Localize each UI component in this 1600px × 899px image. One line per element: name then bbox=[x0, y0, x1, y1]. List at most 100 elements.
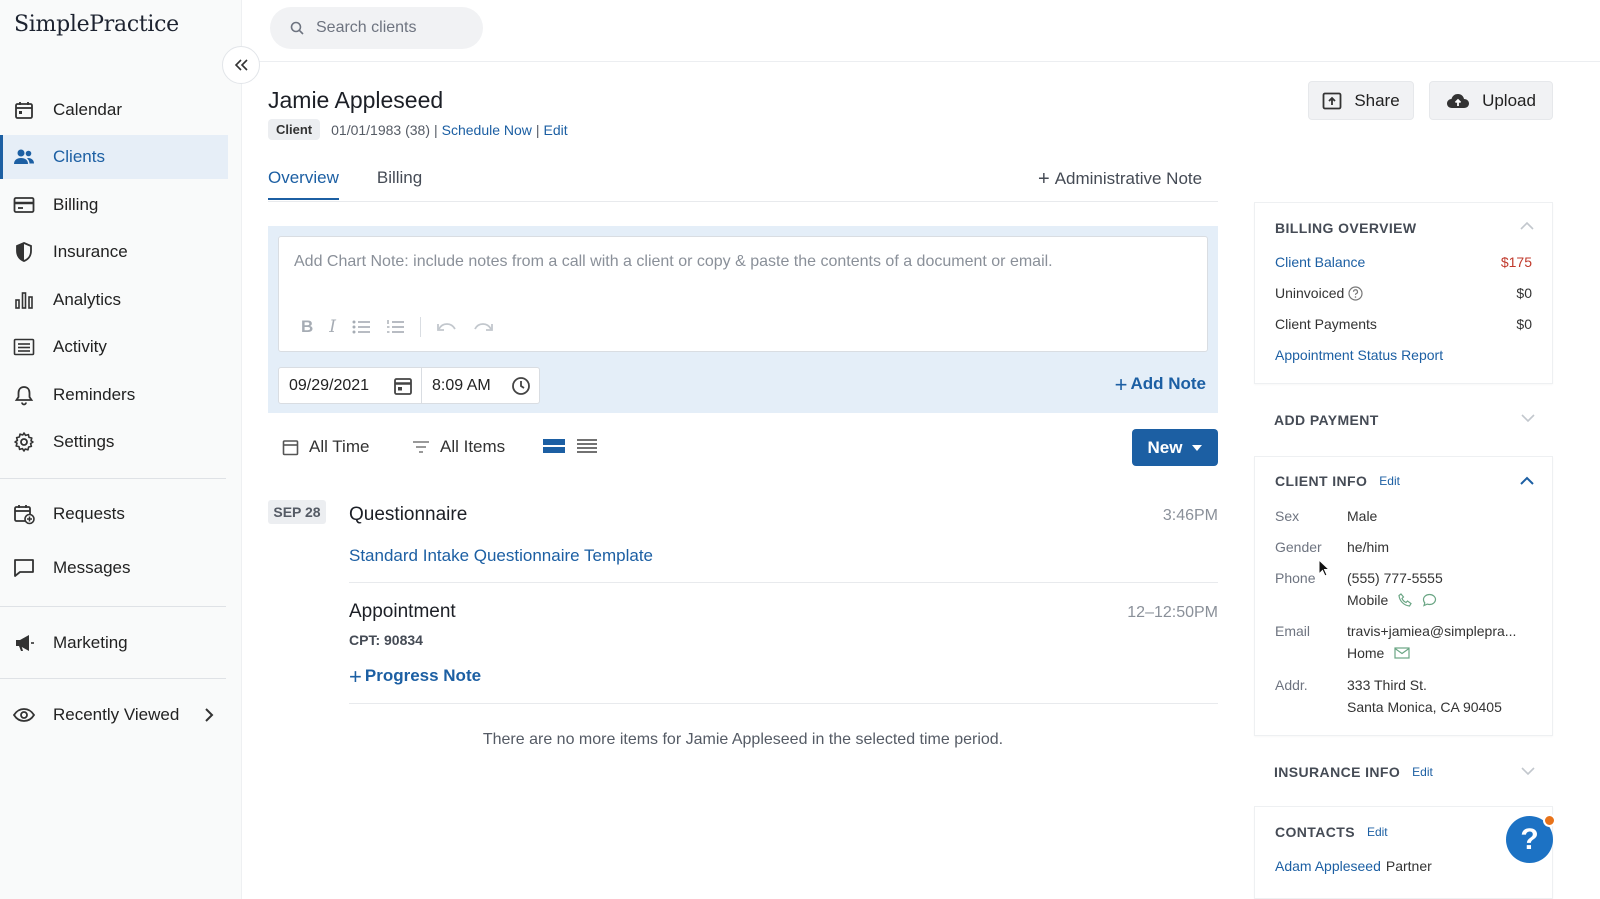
client-payments-value: $0 bbox=[1516, 316, 1532, 332]
add-payment-card[interactable]: ADD PAYMENT bbox=[1254, 398, 1553, 444]
note-datetime-picker: 09/29/2021 8:09 AM bbox=[278, 367, 540, 404]
email-link[interactable]: travis+jamiea@simplepra... bbox=[1347, 623, 1516, 639]
billing-overview-card: BILLING OVERVIEW Client Balance $175 Uni… bbox=[1254, 202, 1553, 384]
time-filter-label: All Time bbox=[309, 437, 370, 456]
collapse-sidebar-button[interactable] bbox=[222, 46, 260, 84]
calendar-icon bbox=[282, 439, 299, 456]
numbered-list-button[interactable] bbox=[386, 319, 404, 335]
sidebar-item-label: Recently Viewed bbox=[53, 705, 180, 724]
list-view-icon bbox=[577, 439, 597, 453]
sidebar-item-messages[interactable]: Messages bbox=[0, 546, 228, 590]
new-item-button[interactable]: New bbox=[1132, 429, 1218, 466]
app-logo[interactable]: SimplePractice bbox=[14, 12, 179, 37]
questionnaire-template-link[interactable]: Standard Intake Questionnaire Template bbox=[349, 546, 653, 566]
share-button[interactable]: Share bbox=[1308, 81, 1414, 120]
chevron-down-icon[interactable] bbox=[1521, 767, 1535, 776]
chart-note-panel: Add Chart Note: include notes from a cal… bbox=[268, 226, 1218, 413]
new-button-label: New bbox=[1147, 437, 1183, 457]
insurance-info-edit-link[interactable]: Edit bbox=[1412, 765, 1433, 779]
bullet-list-button[interactable] bbox=[352, 319, 370, 335]
tab-billing[interactable]: Billing bbox=[377, 168, 422, 200]
phone-number-link[interactable]: (555) 777-5555 bbox=[1347, 570, 1443, 586]
eye-icon bbox=[12, 703, 36, 727]
contact-name-link[interactable]: Adam Appleseed bbox=[1275, 858, 1381, 874]
phone-icon[interactable] bbox=[1398, 593, 1413, 607]
email-type-row: Home bbox=[1347, 645, 1410, 661]
mouse-cursor-icon bbox=[1318, 559, 1330, 577]
header-divider bbox=[242, 61, 1600, 62]
sidebar-item-label: Messages bbox=[53, 558, 131, 577]
sidebar-item-label: Marketing bbox=[53, 633, 128, 652]
add-progress-note-button[interactable]: + Progress Note bbox=[349, 665, 482, 687]
bold-button[interactable]: B bbox=[301, 317, 313, 337]
appointment-status-report-link[interactable]: Appointment Status Report bbox=[1275, 347, 1443, 363]
items-filter-dropdown[interactable]: All Items bbox=[412, 437, 505, 457]
note-date-field[interactable]: 09/29/2021 bbox=[279, 368, 422, 403]
sidebar-item-insurance[interactable]: Insurance bbox=[0, 230, 228, 274]
separator: | bbox=[535, 121, 540, 138]
redo-button[interactable] bbox=[473, 321, 493, 333]
client-info-card: CLIENT INFO Edit Sex Male Gender he/him … bbox=[1254, 456, 1553, 736]
help-circle-icon[interactable] bbox=[1348, 285, 1363, 301]
sidebar-item-label: Insurance bbox=[53, 242, 128, 261]
notification-dot bbox=[1543, 814, 1556, 827]
address-line-1: 333 Third St. bbox=[1347, 677, 1427, 693]
client-payments-row: Client Payments $0 bbox=[1275, 316, 1532, 332]
sidebar-item-label: Billing bbox=[53, 195, 99, 214]
list-view-toggle[interactable] bbox=[577, 437, 597, 455]
chevron-up-icon[interactable] bbox=[1520, 221, 1534, 230]
sidebar-item-recently-viewed[interactable]: Recently Viewed bbox=[0, 693, 228, 737]
progress-note-label: Progress Note bbox=[364, 666, 482, 685]
client-balance-value: $175 bbox=[1500, 254, 1532, 270]
client-tabs: Overview Billing bbox=[268, 168, 460, 200]
caret-down-icon bbox=[1192, 444, 1203, 451]
add-note-button[interactable]: + Add Note bbox=[1115, 373, 1206, 395]
address-line-2: Santa Monica, CA 90405 bbox=[1347, 699, 1502, 715]
sidebar-item-analytics[interactable]: Analytics bbox=[0, 278, 228, 322]
italic-button[interactable]: I bbox=[329, 317, 336, 337]
tab-overview[interactable]: Overview bbox=[268, 168, 339, 200]
bell-icon bbox=[12, 383, 36, 407]
sidebar-item-label: Analytics bbox=[53, 290, 122, 309]
note-time-field[interactable]: 8:09 AM bbox=[422, 368, 539, 403]
sidebar-item-requests[interactable]: Requests bbox=[0, 492, 228, 536]
entry-title-appointment[interactable]: Appointment bbox=[349, 601, 456, 623]
sidebar-divider bbox=[0, 478, 226, 479]
administrative-note-button[interactable]: + Administrative Note bbox=[1038, 169, 1202, 189]
chevron-down-icon[interactable] bbox=[1521, 414, 1535, 423]
chart-note-textarea[interactable]: Add Chart Note: include notes from a cal… bbox=[278, 236, 1208, 352]
upload-button[interactable]: Upload bbox=[1429, 81, 1553, 120]
chat-icon bbox=[12, 556, 36, 580]
insurance-info-card[interactable]: INSURANCE INFO Edit bbox=[1254, 748, 1553, 794]
client-info-edit-link[interactable]: Edit bbox=[1379, 474, 1400, 488]
entry-divider bbox=[349, 703, 1218, 704]
undo-button[interactable] bbox=[437, 321, 457, 333]
sidebar-item-calendar[interactable]: Calendar bbox=[0, 88, 228, 132]
client-balance-link[interactable]: Client Balance bbox=[1275, 254, 1365, 270]
address-label: Addr. bbox=[1275, 677, 1308, 693]
search-clients-input[interactable]: Search clients bbox=[270, 7, 483, 49]
sidebar-item-clients[interactable]: Clients bbox=[0, 135, 228, 179]
sidebar-item-settings[interactable]: Settings bbox=[0, 420, 228, 464]
timeline-end-message: There are no more items for Jamie Apples… bbox=[482, 731, 1004, 748]
edit-client-link[interactable]: Edit bbox=[544, 122, 568, 138]
mail-icon[interactable] bbox=[1394, 647, 1410, 659]
chevron-up-icon[interactable] bbox=[1520, 476, 1534, 485]
time-filter-dropdown[interactable]: All Time bbox=[282, 437, 369, 457]
sex-value: Male bbox=[1347, 508, 1378, 524]
sidebar-item-label: Clients bbox=[53, 147, 105, 166]
credit-card-icon bbox=[12, 193, 36, 217]
gear-icon bbox=[12, 430, 36, 454]
sidebar-item-billing[interactable]: Billing bbox=[0, 183, 228, 227]
sidebar-item-marketing[interactable]: Marketing bbox=[0, 621, 228, 665]
sidebar-item-activity[interactable]: Activity bbox=[0, 325, 228, 369]
card-view-toggle[interactable] bbox=[543, 437, 565, 455]
entry-time: 12–12:50PM bbox=[1127, 604, 1218, 621]
contacts-edit-link[interactable]: Edit bbox=[1367, 825, 1388, 839]
bar-chart-icon bbox=[12, 288, 36, 312]
timeline-date-chip: SEP 28 bbox=[268, 500, 326, 524]
schedule-now-link[interactable]: Schedule Now bbox=[442, 122, 532, 138]
sidebar-item-reminders[interactable]: Reminders bbox=[0, 373, 228, 417]
clock-icon bbox=[511, 376, 531, 396]
chat-bubble-icon[interactable] bbox=[1422, 593, 1437, 607]
